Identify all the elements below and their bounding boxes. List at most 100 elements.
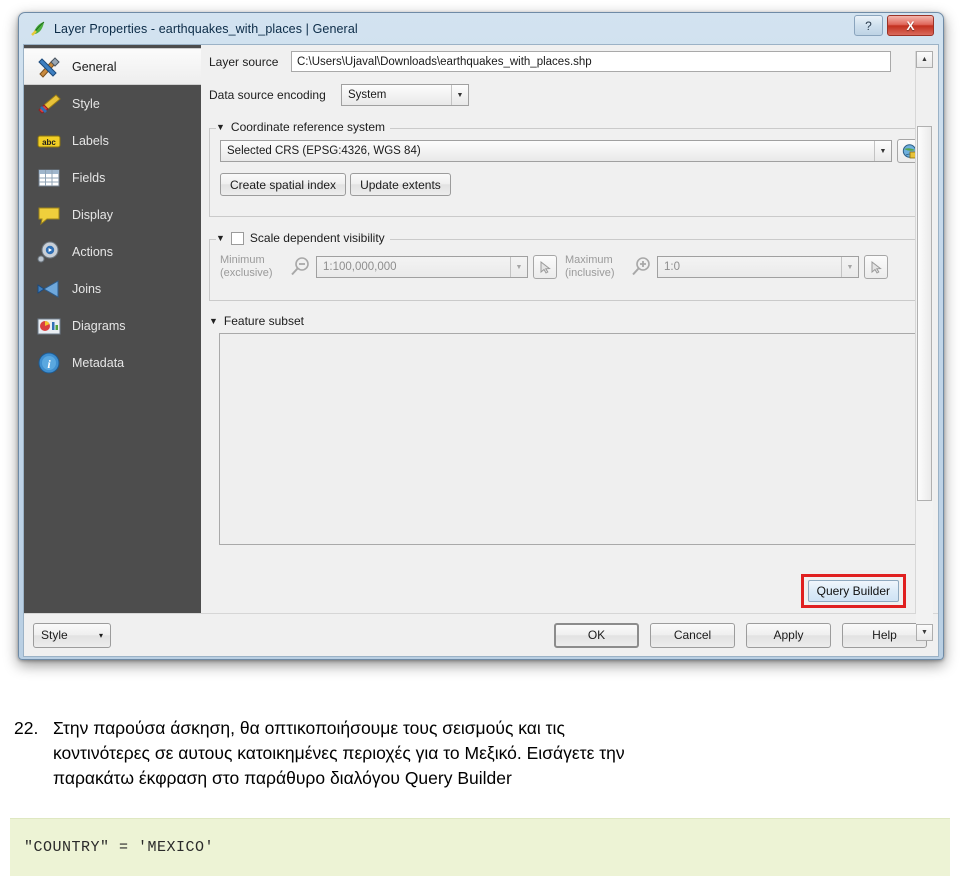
close-icon[interactable]: X [887,15,934,36]
feature-subset-title: Feature subset [223,314,304,328]
feature-subset-textarea[interactable] [219,333,922,545]
encoding-select[interactable]: System ▼ [341,84,469,106]
maximum-scale-value: 1:0 [664,261,680,273]
instruction-paragraph: 22. Στην παρούσα άσκηση, θα οπτικοποιήσο… [14,716,952,791]
sidebar-item-fields[interactable]: Fields [24,159,201,196]
sidebar-item-metadata[interactable]: i Metadata [24,344,201,381]
layer-source-row: Layer source C:\Users\Ujaval\Downloads\e… [209,51,932,72]
dialog-client-area: General Style abc Labels Fields Display … [23,44,939,657]
code-expression-block: "COUNTRY" = 'MEXICO' [10,818,950,876]
feature-subset-header[interactable]: ▼ Feature subset [209,314,309,328]
maximum-label: Maximum (inclusive) [565,254,615,279]
instruction-line-3: παρακάτω έκφραση στο παράθυρο διαλόγου Q… [53,768,512,788]
help-button[interactable]: ? [854,15,883,36]
instruction-number: 22. [14,718,39,738]
apply-button[interactable]: Apply [746,622,831,648]
join-arrow-icon [37,279,59,298]
update-extents-button[interactable]: Update extents [350,173,451,196]
scale-visibility-group: ▼ Scale dependent visibility Minimum (ex… [209,231,932,301]
encoding-value: System [348,89,387,101]
dialog-titlebar[interactable]: Layer Properties - earthquakes_with_plac… [23,13,939,44]
instruction-line-2: κοντινότερες σε αυτους κατοικημένες περι… [53,743,625,763]
properties-sidebar: General Style abc Labels Fields Display … [24,45,201,613]
sidebar-item-label: Fields [72,170,106,185]
help-footer-button[interactable]: Help [842,622,927,648]
collapse-triangle-icon: ▼ [216,122,225,132]
crs-select[interactable]: Selected CRS (EPSG:4326, WGS 84) ▼ [220,140,892,162]
chevron-down-icon: ▾ [98,630,103,640]
abc-label-icon: abc [37,135,61,147]
chart-image-icon [37,318,61,334]
minimum-scale-input[interactable]: 1:100,000,000 ▼ [316,256,528,278]
sidebar-item-diagrams[interactable]: Diagrams [24,307,201,344]
dialog-title: Layer Properties - earthquakes_with_plac… [54,21,358,36]
sidebar-item-label: Diagrams [72,318,126,333]
chevron-down-icon: ▼ [874,141,891,161]
sidebar-item-label: General [72,59,117,74]
sidebar-item-general[interactable]: General [24,48,201,85]
sidebar-item-style[interactable]: Style [24,85,201,122]
sidebar-item-display[interactable]: Display [24,196,201,233]
style-menu-button[interactable]: Style ▾ [33,622,111,648]
chevron-down-icon: ▼ [841,257,858,277]
sidebar-item-label: Display [72,207,113,222]
feature-subset-group: ▼ Feature subset [209,314,932,575]
create-spatial-index-button[interactable]: Create spatial index [220,173,347,196]
sidebar-item-actions[interactable]: Actions [24,233,201,270]
magnifier-minus-icon [291,257,309,276]
layer-source-label: Layer source [209,54,279,69]
scale-visibility-title: Scale dependent visibility [249,231,385,245]
speech-bubble-icon [38,207,60,225]
ok-button[interactable]: OK [554,622,639,648]
query-builder-button[interactable]: Query Builder [807,580,899,602]
crs-value: Selected CRS (EPSG:4326, WGS 84) [227,145,421,157]
info-circle-icon: i [38,352,60,373]
crs-select-row: Selected CRS (EPSG:4326, WGS 84) ▼ [220,139,921,163]
set-from-canvas-icon[interactable] [864,255,888,279]
scroll-up-button[interactable]: ▲ [916,51,933,68]
svg-text:abc: abc [42,138,56,147]
sidebar-item-label: Style [72,96,100,111]
instruction-line-1: Στην παρούσα άσκηση, θα οπτικοποιήσουμε … [53,718,565,738]
scale-visibility-checkbox[interactable] [230,231,244,245]
dialog-footer: Style ▾ OK Cancel Apply Help [24,613,938,656]
crs-group: ▼ Coordinate reference system Selected C… [209,120,932,217]
collapse-triangle-icon: ▼ [209,316,218,326]
sidebar-item-label: Metadata [72,355,125,370]
tools-icon [38,56,60,78]
sidebar-item-label: Actions [72,244,113,259]
scale-range-row: Minimum (exclusive) 1:100,000,000 ▼ Maxi… [220,254,921,280]
crs-group-title: Coordinate reference system [230,120,385,134]
table-icon [38,169,60,186]
collapse-triangle-icon: ▼ [216,233,225,243]
minimum-label: Minimum (exclusive) [220,254,273,279]
encoding-row: Data source encoding System ▼ [209,84,932,106]
brush-icon [38,93,61,114]
instruction-body: Στην παρούσα άσκηση, θα οπτικοποιήσουμε … [53,716,952,791]
magnifier-plus-icon [632,257,650,276]
general-tab-content: Layer source C:\Users\Ujaval\Downloads\e… [201,45,938,641]
scroll-down-button[interactable]: ▼ [916,624,933,641]
crs-group-header[interactable]: ▼ Coordinate reference system [216,120,390,134]
set-from-canvas-icon[interactable] [533,255,557,279]
chevron-down-icon: ▼ [451,85,468,105]
layer-source-input[interactable]: C:\Users\Ujaval\Downloads\earthquakes_wi… [291,51,891,72]
scrollbar-track[interactable] [916,126,933,624]
sidebar-item-joins[interactable]: Joins [24,270,201,307]
cancel-button[interactable]: Cancel [650,622,735,648]
scale-visibility-header[interactable]: ▼ Scale dependent visibility [216,231,390,245]
sidebar-item-labels[interactable]: abc Labels [24,122,201,159]
qgis-leaf-icon [31,21,45,36]
crs-buttons-row: Create spatial index Update extents [220,173,921,196]
minimum-scale-value: 1:100,000,000 [323,261,397,273]
query-builder-highlight: Query Builder [800,574,906,608]
style-menu-label: Style [41,628,68,642]
scrollbar-thumb[interactable] [917,126,932,501]
maximum-scale-input[interactable]: 1:0 ▼ [657,256,859,278]
layer-properties-dialog: Layer Properties - earthquakes_with_plac… [18,12,944,660]
sidebar-item-label: Labels [72,133,109,148]
gear-play-icon [37,241,59,262]
settings-scroll-pane: Layer source C:\Users\Ujaval\Downloads\e… [209,51,933,641]
chevron-down-icon: ▼ [510,257,527,277]
content-scrollbar[interactable]: ▲ ▼ [915,51,933,641]
